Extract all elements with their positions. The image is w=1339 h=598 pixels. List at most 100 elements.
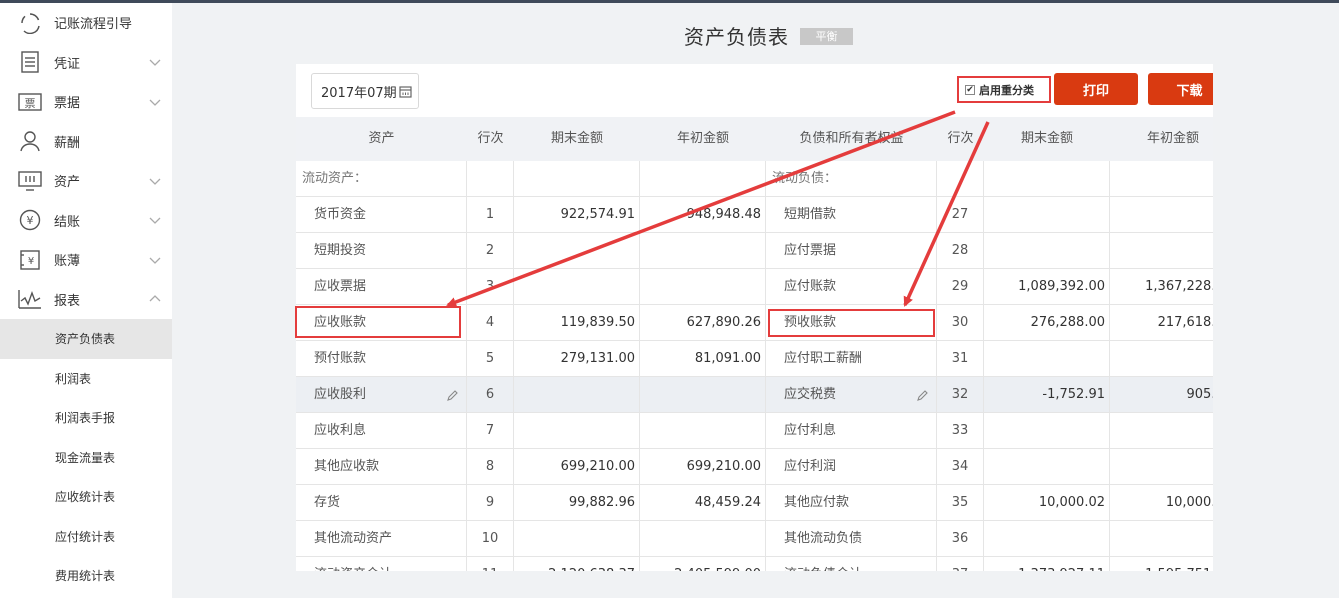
line-no: 33 (937, 413, 984, 449)
start-amount (1110, 449, 1213, 485)
sidebar: 记账流程引导 凭证 票 票据 薪酬 资产 ¥ 结账 ¥ 账薄 报表 资产负债表 … (0, 3, 172, 598)
start-amount: 1,367,228.00 (1145, 279, 1213, 294)
line-no: 29 (937, 269, 984, 305)
start-amount (1110, 233, 1213, 269)
end-amount: 2,120,638.37 (514, 557, 640, 571)
asset-name: 其他流动资产 (296, 521, 467, 557)
table-row: 其他流动资产 10 其他流动负债 36 (296, 521, 1213, 557)
col-header-liability: 负债和所有者权益 (799, 131, 904, 146)
end-amount: 279,131.00 (514, 341, 640, 377)
liability-name: 流动负债： (766, 161, 937, 197)
reclassify-checkbox[interactable]: ✔ (965, 84, 975, 95)
start-amount (640, 269, 766, 305)
asset-name-text: 应收股利 (314, 387, 367, 402)
start-amount (640, 233, 766, 269)
pencil-icon[interactable] (446, 389, 459, 402)
col-header-line: 行次 (947, 131, 974, 146)
sidebar-item-label: 票据 (54, 96, 81, 112)
start-amount: 217,618.00 (1157, 315, 1213, 330)
sidebar-item-voucher[interactable]: 凭证 (0, 43, 172, 83)
start-amount: 10,000.02 (1165, 495, 1213, 510)
pulse-icon (18, 287, 42, 311)
end-amount (514, 521, 640, 557)
liability-name: 其他应付款 (766, 485, 937, 521)
sidebar-item-label: 凭证 (54, 56, 81, 72)
line-no: 11 (467, 557, 514, 571)
svg-text:¥: ¥ (28, 256, 34, 267)
table-row: 其他应收款 8 699,210.00 699,210.00 应付利润 34 (296, 449, 1213, 485)
sidebar-item-ledger[interactable]: ¥ 账薄 (0, 240, 172, 280)
sidebar-item-reports[interactable]: 报表 (0, 280, 172, 320)
asset-name: 预付账款 (296, 341, 467, 377)
line-no: 27 (937, 197, 984, 233)
table-row: 应收利息 7 应付利息 33 (296, 413, 1213, 449)
asset-name: 存货 (296, 485, 467, 521)
end-amount (984, 341, 1110, 377)
sidebar-subitem-expense-stats[interactable]: 费用统计表 (0, 556, 172, 596)
line-no: 34 (937, 449, 984, 485)
yen-book-icon: ¥ (18, 248, 42, 272)
end-amount: 1,089,392.00 (984, 269, 1110, 305)
start-amount: 699,210.00 (640, 449, 766, 485)
liability-name: 流动负债合计 (766, 557, 937, 571)
end-amount: 1,373,927.11 (984, 557, 1110, 571)
sidebar-item-salary[interactable]: 薪酬 (0, 122, 172, 162)
line-no: 2 (467, 233, 514, 269)
col-header-end-amount: 期末金额 (550, 131, 603, 146)
asset-name: 其他应收款 (296, 449, 467, 485)
sidebar-item-label: 薪酬 (54, 135, 81, 151)
line-no (937, 161, 984, 197)
sidebar-subitem-income-manual[interactable]: 利润表手报 (0, 398, 172, 438)
end-amount (984, 449, 1110, 485)
reclassify-toggle[interactable]: ✔ 启用重分类 (957, 76, 1051, 103)
line-no: 4 (467, 305, 514, 341)
end-amount: 276,288.00 (984, 305, 1110, 341)
sidebar-item-assets[interactable]: 资产 (0, 161, 172, 201)
end-amount: 119,839.50 (514, 305, 640, 341)
line-no (467, 161, 514, 197)
start-amount (640, 413, 766, 449)
sidebar-item-closing[interactable]: ¥ 结账 (0, 201, 172, 241)
main-content: 资产负债表 平衡 2017年07期 ✔ 启用重分类 打印 下载 资产 行次 期末… (172, 3, 1339, 598)
line-no: 10 (467, 521, 514, 557)
asset-name: 应收利息 (296, 413, 467, 449)
start-amount: 48,459.24 (640, 485, 766, 521)
sidebar-subitem-balance-sheet[interactable]: 资产负债表 (0, 319, 172, 359)
liability-name: 应付利润 (766, 449, 937, 485)
start-amount (1110, 341, 1213, 377)
end-amount (984, 233, 1110, 269)
table-row: 流动资产合计 11 2,120,638.37 2,405,599.00 流动负债… (296, 557, 1213, 571)
col-header-asset: 资产 (368, 131, 395, 146)
pencil-icon[interactable] (916, 389, 929, 402)
sidebar-subitem-income-statement[interactable]: 利润表 (0, 359, 172, 399)
end-amount (984, 197, 1110, 233)
chevron-down-icon (149, 178, 161, 185)
sidebar-item-guide[interactable]: 记账流程引导 (0, 3, 172, 43)
line-no: 7 (467, 413, 514, 449)
start-amount (1110, 161, 1213, 197)
sidebar-item-bills[interactable]: 票 票据 (0, 82, 172, 122)
liability-name: 应付票据 (766, 233, 937, 269)
start-amount (640, 521, 766, 557)
start-amount (640, 161, 766, 197)
yen-circle-icon: ¥ (18, 208, 42, 232)
start-amount (1110, 197, 1213, 233)
end-amount (514, 413, 640, 449)
sidebar-subitem-payable-stats[interactable]: 应付统计表 (0, 517, 172, 557)
page-title: 资产负债表 (684, 25, 789, 49)
liability-name: 应付利息 (766, 413, 937, 449)
end-amount (984, 521, 1110, 557)
document-icon (18, 50, 42, 74)
col-header-line: 行次 (477, 131, 504, 146)
sidebar-item-label: 结账 (54, 214, 81, 230)
period-picker[interactable]: 2017年07期 (311, 73, 419, 109)
print-button[interactable]: 打印 (1054, 73, 1138, 105)
download-button[interactable]: 下载 (1148, 73, 1213, 105)
liability-name: 应交税费 (766, 377, 937, 413)
sidebar-item-label: 资产 (54, 175, 81, 191)
sidebar-subitem-receivable-stats[interactable]: 应收统计表 (0, 477, 172, 517)
svg-text:票: 票 (25, 97, 36, 110)
ticket-icon: 票 (18, 90, 42, 114)
sidebar-subitem-cash-flow[interactable]: 现金流量表 (0, 438, 172, 478)
table-row: 货币资金 1 922,574.91 948,948.48 短期借款 27 (296, 197, 1213, 233)
